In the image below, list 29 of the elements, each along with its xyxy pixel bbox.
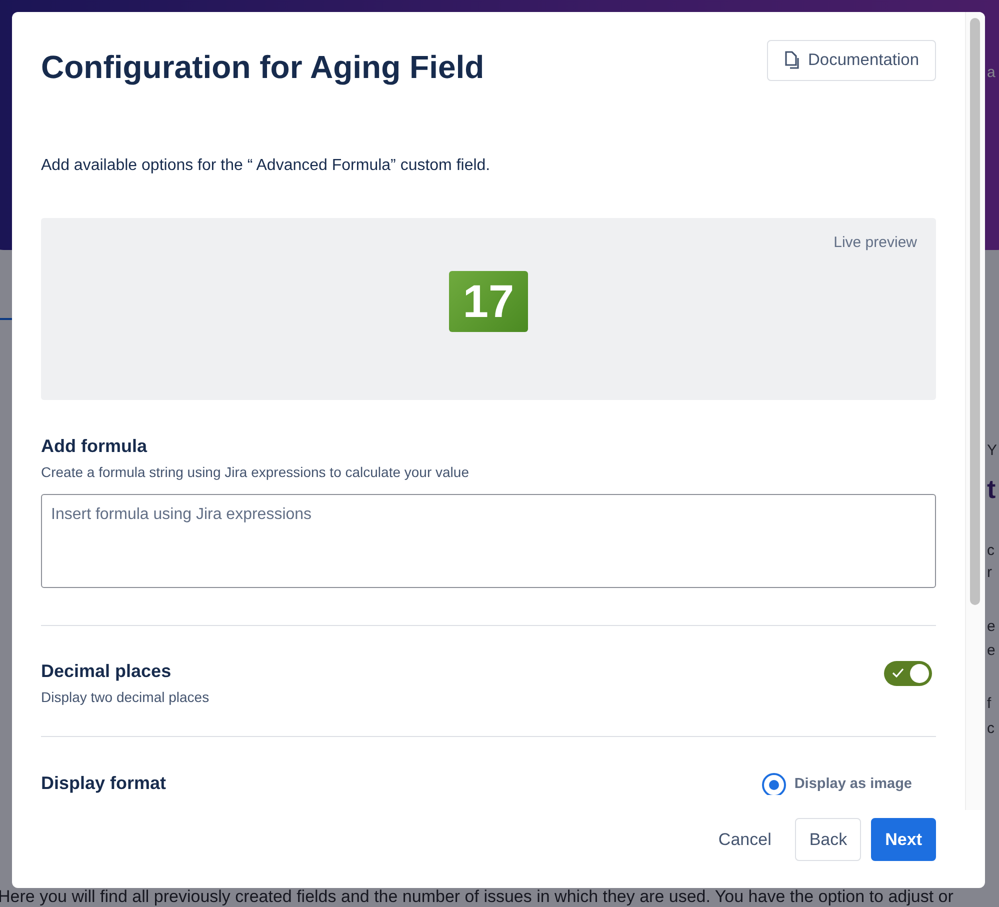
background-text: c [987,719,994,739]
radio-button[interactable] [762,772,786,795]
background-text: f [987,694,992,714]
background-text: t [987,473,996,506]
toggle-switch[interactable] [884,660,932,686]
scrollbar[interactable] [965,12,985,810]
help-text: Display two decimal places [41,688,210,707]
background-text: r [987,563,992,583]
dialog-title: Configuration for Aging Field [41,48,484,86]
help-text: Create a formula string using Jira expressions to calculate your value [41,462,470,482]
radio-label: Display as image [794,774,912,794]
section-heading: Display format [41,772,166,794]
document-icon [784,51,800,70]
background-text: Y [987,441,998,461]
formula-field[interactable]: Insert formula using Jira expressions [41,494,936,588]
section-heading: Decimal places [41,660,172,683]
background-text: c [987,541,994,561]
check-icon [892,668,904,678]
background-text: e [987,617,996,637]
documentation-button[interactable]: Documentation [767,40,936,81]
background-text: a [987,63,996,83]
value-badge: 17 [448,270,528,332]
preview-label: Live preview [832,233,917,254]
back-button[interactable]: Back [795,818,862,861]
background-text: e [987,641,996,661]
intro-text: Add available options for the “ Advanced Formula” custom field. [41,156,492,176]
cancel-button[interactable]: Cancel [704,818,786,861]
section-heading: Add formula [41,436,148,458]
next-button[interactable]: Next [871,818,936,861]
